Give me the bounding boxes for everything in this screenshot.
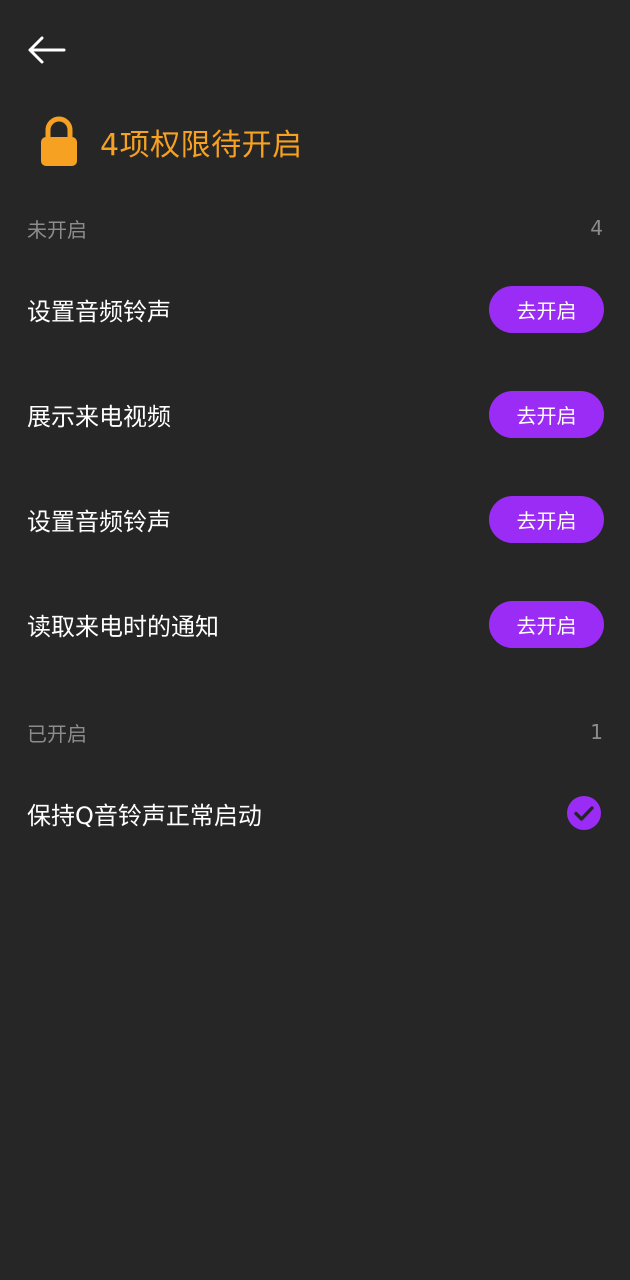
enabled-permission-row: 保持Q音铃声正常启动 xyxy=(27,789,604,837)
enable-button[interactable]: 去开启 xyxy=(489,285,604,333)
section-count-enabled: 1 xyxy=(590,720,603,744)
permission-label: 读取来电时的通知 xyxy=(27,612,219,641)
permission-row: 设置音频铃声 去开启 xyxy=(27,495,604,543)
permission-label: 设置音频铃声 xyxy=(27,297,171,326)
section-label-enabled: 已开启 xyxy=(27,721,87,746)
enable-button[interactable]: 去开启 xyxy=(489,390,604,438)
section-header-pending: 未开启 4 xyxy=(27,213,603,243)
enable-button[interactable]: 去开启 xyxy=(489,600,604,648)
lock-icon xyxy=(41,116,77,166)
permission-row: 设置音频铃声 去开启 xyxy=(27,285,604,333)
permission-row: 展示来电视频 去开启 xyxy=(27,390,604,438)
section-label-pending: 未开启 xyxy=(27,217,87,242)
permission-label: 设置音频铃声 xyxy=(27,507,171,536)
enable-button[interactable]: 去开启 xyxy=(489,495,604,543)
section-count-pending: 4 xyxy=(590,216,603,240)
section-header-enabled: 已开启 1 xyxy=(27,717,603,747)
page-title: 4项权限待开启 xyxy=(100,128,303,163)
permission-header: 4项权限待开启 xyxy=(38,114,303,170)
arrow-left-icon xyxy=(28,36,66,64)
permission-label: 展示来电视频 xyxy=(27,402,171,431)
permission-label: 保持Q音铃声正常启动 xyxy=(27,801,262,830)
check-circle-icon xyxy=(567,796,601,830)
back-button[interactable] xyxy=(22,28,70,72)
permission-row: 读取来电时的通知 去开启 xyxy=(27,600,604,648)
